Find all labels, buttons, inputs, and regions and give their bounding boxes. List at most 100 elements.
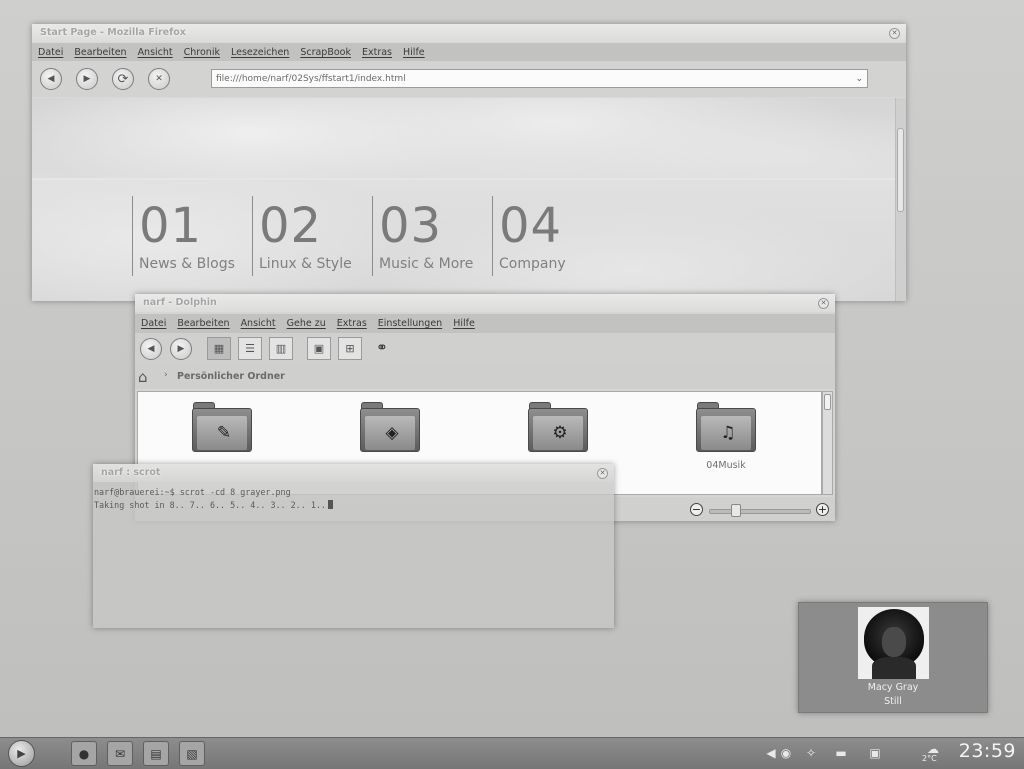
details-view-button[interactable]: ☰: [238, 337, 262, 360]
menu-lesezeichen[interactable]: Lesezeichen: [231, 47, 289, 58]
split-button[interactable]: ⊞: [338, 337, 362, 360]
task-dolphin[interactable]: ▧: [179, 741, 205, 766]
scrollbar-thumb[interactable]: [897, 128, 904, 212]
arrow-left-icon: ◀: [147, 344, 155, 354]
kickoff-menu-button[interactable]: ▶: [8, 740, 35, 767]
close-icon[interactable]: ✕: [818, 298, 829, 309]
folder-item[interactable]: ♫: [695, 402, 757, 456]
tile-company[interactable]: 04 Company: [492, 196, 611, 276]
dolphin-title: narf - Dolphin: [143, 297, 217, 308]
icons-view-button[interactable]: ▦: [207, 337, 231, 360]
globe-icon: ●: [78, 746, 90, 761]
amarok-tray-icon[interactable]: ◉: [775, 742, 797, 764]
lightbulb-icon[interactable]: ✧: [800, 742, 822, 764]
home-icon[interactable]: ⌂: [138, 368, 158, 386]
tile-number: 02: [259, 198, 323, 254]
menu-hilfe[interactable]: Hilfe: [453, 318, 475, 329]
dolphin-toolbar: ◀ ▶ ▦ ☰ ▥ ▣ ⊞ ⚭: [135, 333, 835, 365]
monitor-icon[interactable]: ▣: [864, 742, 886, 764]
details-view-icon: ☰: [245, 342, 255, 355]
menu-hilfe[interactable]: Hilfe: [403, 47, 425, 58]
terminal-output-line: Taking shot in 8.. 7.. 6.. 5.. 4.. 3.. 2…: [94, 500, 326, 510]
folder-item[interactable]: ✎: [191, 402, 253, 456]
menu-bearbeiten[interactable]: Bearbeiten: [74, 47, 126, 58]
now-playing-popup[interactable]: Macy Gray Still: [798, 602, 988, 713]
taskbar: ▶ ● ✉ ▤ ▧ ◀ ◉ ✧ ▬ ▣ ☁ 2°C 23:59: [0, 737, 1024, 769]
tile-news-blogs[interactable]: 01 News & Blogs: [132, 196, 251, 276]
chevron-right-icon: ›: [164, 370, 168, 380]
firefox-window: Start Page - Mozilla Firefox ✕ Datei Bea…: [32, 24, 906, 301]
clock[interactable]: 23:59: [959, 740, 1016, 762]
tile-label: Music & More: [379, 256, 474, 272]
menu-chronik[interactable]: Chronik: [184, 47, 220, 58]
scrollbar-thumb[interactable]: [824, 394, 831, 410]
cover-shoulder: [872, 657, 916, 679]
track-name: Still: [884, 696, 902, 707]
firefox-titlebar[interactable]: Start Page - Mozilla Firefox ✕: [32, 24, 906, 42]
terminal-window: narf : scrot ✕ narf@brauerei:~$ scrot -c…: [93, 464, 614, 628]
terminal-icon: ▤: [150, 746, 162, 761]
tile-label: News & Blogs: [139, 256, 235, 272]
tile-music-more[interactable]: 03 Music & More: [372, 196, 491, 276]
clouds-banner: [32, 98, 896, 178]
forward-button[interactable]: ▶: [76, 68, 98, 90]
url-bar[interactable]: file:///home/narf/02Sys/ffstart1/index.h…: [211, 69, 868, 88]
close-icon[interactable]: ✕: [889, 28, 900, 39]
icons-view-icon: ▦: [213, 342, 225, 355]
terminal-titlebar[interactable]: narf : scrot ✕: [93, 464, 614, 482]
menu-datei[interactable]: Datei: [141, 318, 166, 329]
zoom-out-icon[interactable]: −: [690, 503, 703, 516]
menu-scrapbook[interactable]: ScrapBook: [300, 47, 351, 58]
back-button[interactable]: ◀: [40, 68, 62, 90]
zoom-slider[interactable]: [709, 509, 811, 514]
forward-button[interactable]: ▶: [170, 338, 192, 360]
menu-ansicht[interactable]: Ansicht: [138, 47, 173, 58]
breadcrumb-home[interactable]: Persönlicher Ordner: [177, 371, 285, 382]
close-icon[interactable]: ✕: [597, 468, 608, 479]
breadcrumb: ⌂ › Persönlicher Ordner: [135, 365, 835, 389]
zoom-in-icon[interactable]: +: [816, 503, 829, 516]
menu-extras[interactable]: Extras: [362, 47, 392, 58]
chevron-down-icon[interactable]: ⌄: [855, 70, 863, 89]
device-notifier-icon[interactable]: ▬: [830, 742, 852, 764]
menu-bearbeiten[interactable]: Bearbeiten: [177, 318, 229, 329]
menu-einstellungen[interactable]: Einstellungen: [378, 318, 442, 329]
binoculars-icon[interactable]: ⚭: [376, 340, 388, 356]
menu-gehe-zu[interactable]: Gehe zu: [287, 318, 326, 329]
settings-icon: ⚙: [552, 423, 568, 443]
folder-item[interactable]: ◈: [359, 402, 421, 456]
tile-number: 04: [499, 198, 563, 254]
firefox-scrollbar[interactable]: [895, 98, 906, 301]
task-terminal[interactable]: ▤: [143, 741, 169, 766]
terminal-output[interactable]: narf@brauerei:~$ scrot -cd 8 grayer.png …: [94, 486, 333, 512]
split-icon: ⊞: [345, 342, 355, 355]
preview-button[interactable]: ▣: [307, 337, 331, 360]
artist-name: Macy Gray: [867, 682, 919, 693]
columns-view-icon: ▥: [275, 342, 287, 355]
mail-icon: ✉: [114, 746, 126, 761]
reload-button[interactable]: ⟳: [112, 68, 134, 90]
back-button[interactable]: ◀: [140, 338, 162, 360]
folder-icon: ▧: [186, 746, 198, 761]
terminal-title: narf : scrot: [101, 467, 161, 478]
tile-number: 01: [139, 198, 203, 254]
file-view-scrollbar[interactable]: [822, 391, 833, 495]
columns-view-button[interactable]: ▥: [269, 337, 293, 360]
dolphin-titlebar[interactable]: narf - Dolphin ✕: [135, 294, 835, 312]
task-firefox[interactable]: ●: [71, 741, 97, 766]
menu-extras[interactable]: Extras: [337, 318, 367, 329]
menu-datei[interactable]: Datei: [38, 47, 63, 58]
arrow-right-icon: ▶: [83, 74, 91, 84]
terminal-command-line: narf@brauerei:~$ scrot -cd 8 grayer.png: [94, 487, 291, 497]
tile-number: 03: [379, 198, 443, 254]
menu-ansicht[interactable]: Ansicht: [241, 318, 276, 329]
public-icon: ◈: [385, 423, 399, 443]
document-icon: ✎: [216, 423, 232, 443]
tile-linux-style[interactable]: 02 Linux & Style: [252, 196, 371, 276]
folder-item[interactable]: ⚙: [527, 402, 589, 456]
terminal-cursor: [327, 500, 333, 509]
temperature-label: 2°C: [922, 754, 937, 763]
zoom-slider-handle[interactable]: [731, 504, 741, 517]
stop-button[interactable]: ✕: [148, 68, 170, 90]
task-mail[interactable]: ✉: [107, 741, 133, 766]
